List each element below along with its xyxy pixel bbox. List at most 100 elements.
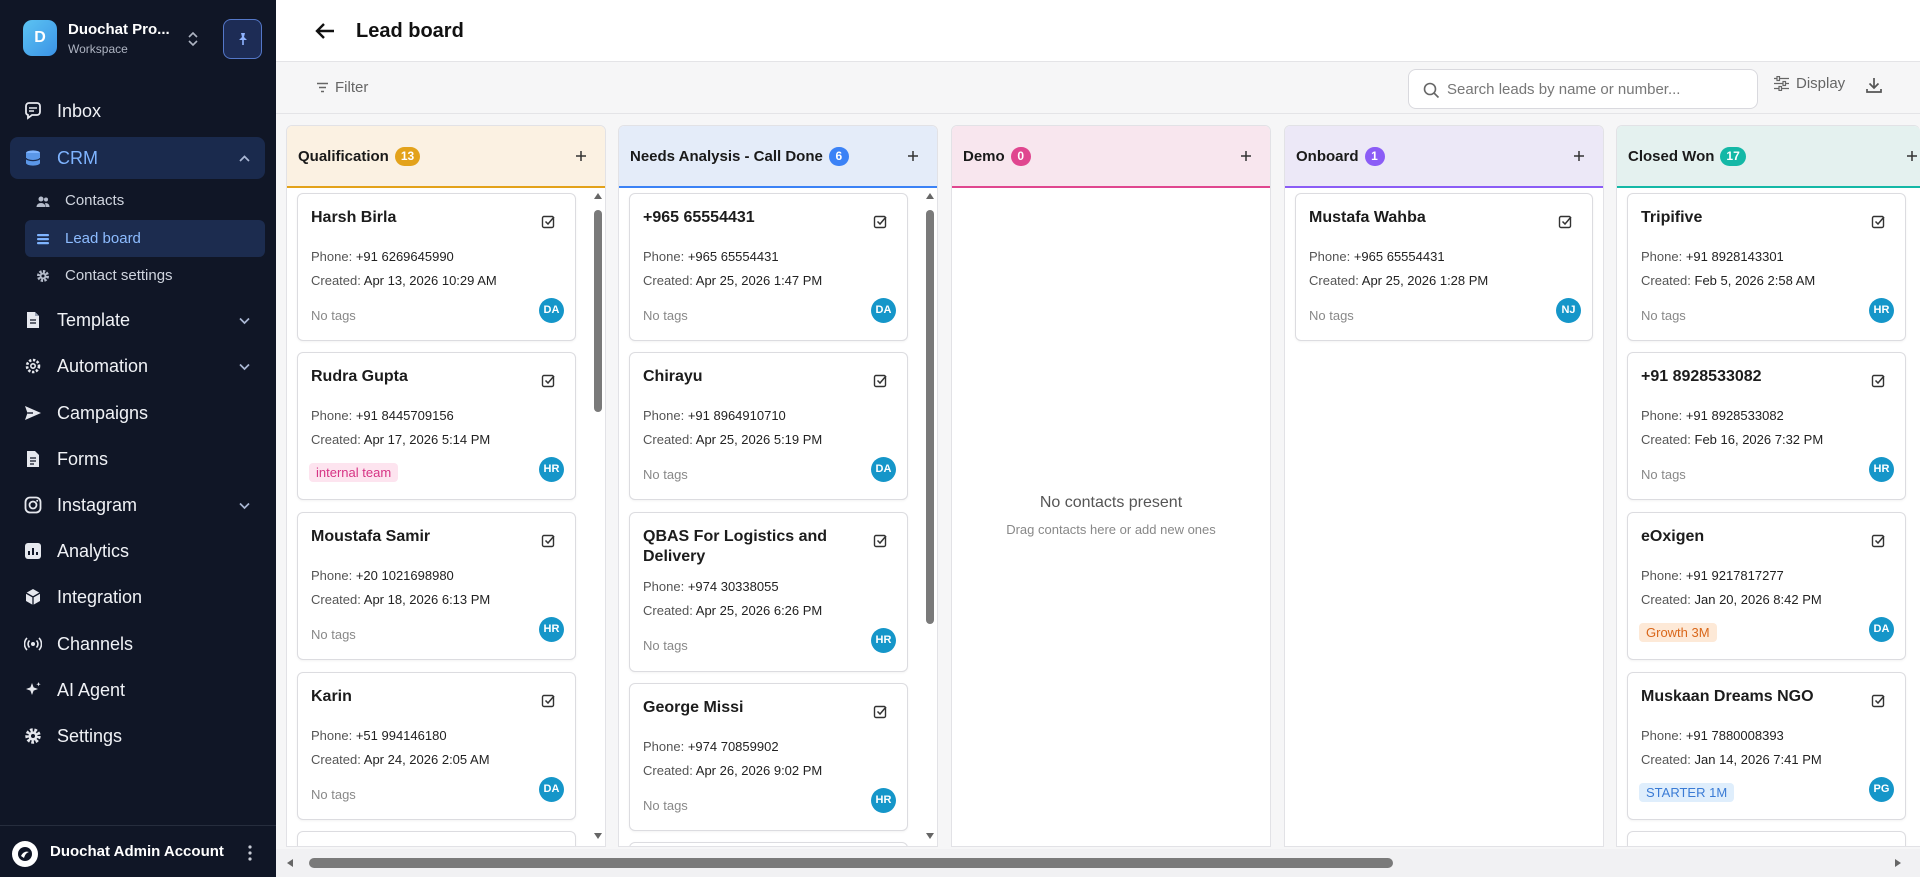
column-header: Onboard 1 (1285, 126, 1603, 188)
scroll-down-icon[interactable] (593, 832, 603, 840)
nav-settings[interactable]: Settings (10, 715, 265, 757)
owner-avatar: NJ (1556, 298, 1581, 323)
phone-label: Phone: (311, 728, 353, 743)
lead-card[interactable]: Chirayu Phone: +91 8964910710 Created: A… (629, 352, 908, 500)
lead-card[interactable]: Moustafa Samir Phone: +20 1021698980 Cre… (297, 512, 576, 660)
account-footer[interactable]: Duochat Admin Account (0, 825, 276, 877)
lead-card[interactable]: Harsh Birla Phone: +91 6269645990 Create… (297, 193, 576, 341)
nav-channels-label: Channels (57, 634, 134, 654)
sidebar-item-contact-settings[interactable]: Contact settings (25, 257, 265, 294)
lead-card[interactable]: Mustafa Wahba Phone: +965 65554431 Creat… (1295, 193, 1593, 341)
search-input[interactable] (1447, 79, 1747, 99)
board-horizontal-scrollbar[interactable] (276, 849, 1920, 877)
checkbox-icon[interactable] (1871, 373, 1887, 389)
nav-crm[interactable]: CRM (10, 137, 265, 179)
lead-card[interactable]: Tripifive Phone: +91 8928143301 Created:… (1627, 193, 1906, 341)
column-scrollbar[interactable] (591, 188, 605, 846)
more-vertical-icon[interactable] (244, 843, 256, 863)
automation-icon (25, 358, 41, 374)
nav-inbox[interactable]: Inbox (10, 90, 265, 132)
no-tags-text: No tags (311, 627, 356, 642)
nav-template[interactable]: Template (10, 299, 265, 341)
sidebar-item-lead-board[interactable]: Lead board (25, 220, 265, 257)
nav-analytics[interactable]: Analytics (10, 530, 265, 572)
column-header: Closed Won 17 (1617, 126, 1920, 188)
lead-name: Rudra Gupta (311, 368, 408, 385)
lead-card[interactable]: Karin Phone: +51 994146180 Created: Apr … (297, 672, 576, 820)
checkbox-icon[interactable] (541, 533, 557, 549)
checkbox-icon[interactable] (541, 373, 557, 389)
phone-label: Phone: (643, 408, 685, 423)
nav-channels[interactable]: Channels (10, 623, 265, 665)
lead-card[interactable]: George Missi Phone: +974 70859902 Create… (629, 683, 908, 831)
checkbox-icon[interactable] (541, 214, 557, 230)
back-arrow-icon[interactable] (314, 20, 336, 42)
nav-automation[interactable]: Automation (10, 345, 265, 387)
nav-instagram[interactable]: Instagram (10, 484, 265, 526)
lead-card[interactable]: +91 8928533082 Phone: +91 8928533082 Cre… (1627, 352, 1906, 500)
checkbox-icon[interactable] (1871, 693, 1887, 709)
lead-card-partial[interactable] (1627, 831, 1906, 846)
checkbox-icon[interactable] (873, 533, 889, 549)
lead-card[interactable]: QBAS For Logistics and Delivery Phone: +… (629, 512, 908, 672)
display-button[interactable]: Display (1773, 75, 1845, 92)
add-lead-icon[interactable] (1238, 148, 1254, 164)
column-scrollbar[interactable] (923, 188, 937, 846)
scrollbar-thumb[interactable] (594, 210, 602, 412)
nav-campaigns[interactable]: Campaigns (10, 392, 265, 434)
created-label: Created: (643, 273, 693, 288)
lead-phone: +51 994146180 (355, 728, 447, 743)
add-lead-icon[interactable] (905, 148, 921, 164)
nav-forms[interactable]: Forms (10, 438, 265, 480)
checkbox-icon[interactable] (873, 214, 889, 230)
checkbox-icon[interactable] (541, 693, 557, 709)
workspace-logo: D (23, 20, 57, 56)
created-label: Created: (1309, 273, 1359, 288)
created-label: Created: (643, 763, 693, 778)
scroll-down-icon[interactable] (925, 832, 935, 840)
add-lead-icon[interactable] (1904, 148, 1920, 164)
lead-card[interactable]: eOxigen Phone: +91 9217817277 Created: J… (1627, 512, 1906, 660)
scroll-up-icon[interactable] (593, 192, 603, 200)
download-icon[interactable] (1864, 75, 1884, 95)
created-label: Created: (1641, 432, 1691, 447)
chevron-down-icon (239, 317, 250, 325)
add-lead-icon[interactable] (573, 148, 589, 164)
lead-card-partial[interactable] (297, 831, 576, 846)
checkbox-icon[interactable] (1871, 533, 1887, 549)
lead-phone: +965 65554431 (687, 249, 779, 264)
search-box[interactable] (1408, 69, 1758, 109)
owner-avatar: HR (539, 617, 564, 642)
scroll-left-icon[interactable] (286, 858, 294, 868)
scrollbar-thumb[interactable] (309, 858, 1393, 868)
no-tags-text: No tags (1309, 308, 1354, 323)
column-body: Harsh Birla Phone: +91 6269645990 Create… (287, 188, 605, 846)
sidebar-item-contacts[interactable]: Contacts (25, 182, 265, 219)
column-body: Tripifive Phone: +91 8928143301 Created:… (1617, 188, 1920, 846)
nav-ai-agent[interactable]: AI Agent (10, 669, 265, 711)
lead-created: Apr 13, 2026 10:29 AM (363, 273, 497, 288)
lead-card[interactable]: +965 65554431 Phone: +965 65554431 Creat… (629, 193, 908, 341)
lead-name: Karin (311, 688, 352, 705)
lead-phone: +91 8445709156 (355, 408, 454, 423)
lead-phone: +974 70859902 (687, 739, 779, 754)
owner-avatar: DA (539, 298, 564, 323)
scroll-up-icon[interactable] (925, 192, 935, 200)
document-icon (27, 312, 39, 328)
scroll-right-icon[interactable] (1894, 858, 1902, 868)
add-lead-icon[interactable] (1571, 148, 1587, 164)
lead-card[interactable]: Muskaan Dreams NGO Phone: +91 7880008393… (1627, 672, 1906, 820)
checkbox-icon[interactable] (873, 704, 889, 720)
checkbox-icon[interactable] (873, 373, 889, 389)
filter-button[interactable]: Filter (316, 75, 368, 99)
checkbox-icon[interactable] (1558, 214, 1574, 230)
lead-phone: +91 8964910710 (687, 408, 786, 423)
lead-card[interactable]: Rudra Gupta Phone: +91 8445709156 Create… (297, 352, 576, 500)
nav-integration[interactable]: Integration (10, 576, 265, 618)
pin-sidebar-button[interactable] (223, 19, 262, 59)
nav-crm-label: CRM (57, 148, 98, 168)
scrollbar-thumb[interactable] (926, 210, 934, 624)
checkbox-icon[interactable] (1871, 214, 1887, 230)
phone-label: Phone: (643, 739, 685, 754)
lead-card-partial[interactable] (629, 842, 908, 846)
